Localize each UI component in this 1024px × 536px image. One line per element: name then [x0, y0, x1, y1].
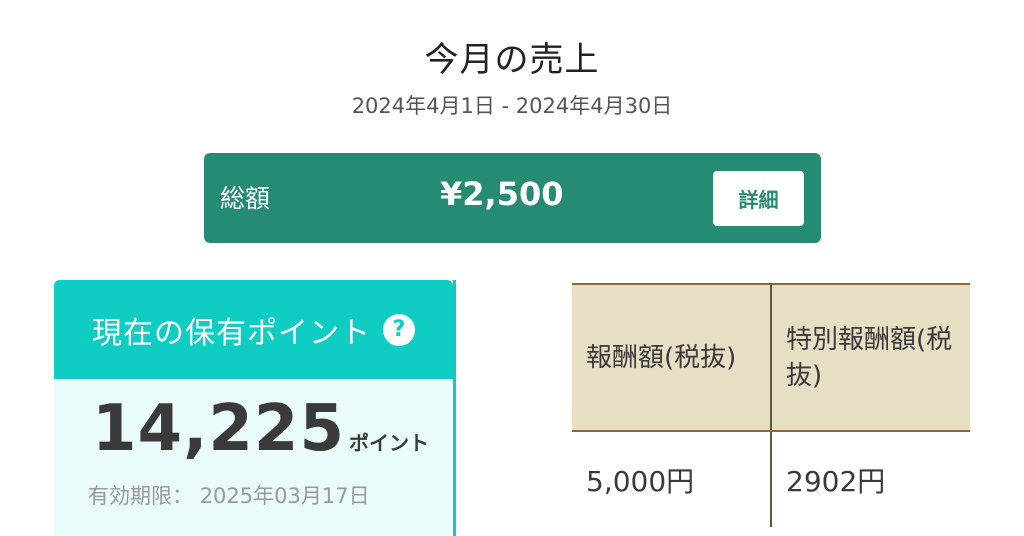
- table-row: 5,000円 2902円: [572, 431, 970, 527]
- total-label: 総額: [220, 184, 271, 213]
- points-card: 現在の保有ポイント ? 14,225 ポイント 有効期限： 2025年03月17日: [54, 280, 456, 536]
- points-value-row: 14,225 ポイント: [92, 392, 429, 466]
- points-value: 14,225: [92, 392, 345, 466]
- points-heading: 現在の保有ポイント: [92, 315, 371, 351]
- expiry-label: 有効期限：: [88, 484, 193, 508]
- total-amount: ¥2,500: [440, 175, 564, 213]
- table-header-row: 報酬額(税抜) 特別報酬額(税抜): [572, 283, 970, 432]
- column-header-special-reward: 特別報酬額(税抜): [771, 283, 970, 432]
- help-icon[interactable]: ?: [383, 313, 415, 346]
- points-header: 現在の保有ポイント ?: [54, 280, 453, 379]
- reward-table: 報酬額(税抜) 特別報酬額(税抜) 5,000円 2902円: [572, 283, 970, 527]
- page-title: 今月の売上: [424, 40, 600, 80]
- special-reward-amount-cell: 2902円: [786, 464, 886, 498]
- detail-button[interactable]: 詳細: [713, 171, 804, 226]
- column-header-reward: 報酬額(税抜): [572, 283, 772, 432]
- reward-amount-cell: 5,000円: [572, 431, 772, 527]
- date-range: 2024年4月1日 - 2024年4月30日: [351, 94, 673, 118]
- points-unit: ポイント: [348, 431, 429, 455]
- points-expiry: 有効期限： 2025年03月17日: [88, 480, 370, 510]
- total-sales-bar: 総額 ¥2,500 詳細: [204, 153, 821, 243]
- expiry-date: 2025年03月17日: [199, 484, 370, 508]
